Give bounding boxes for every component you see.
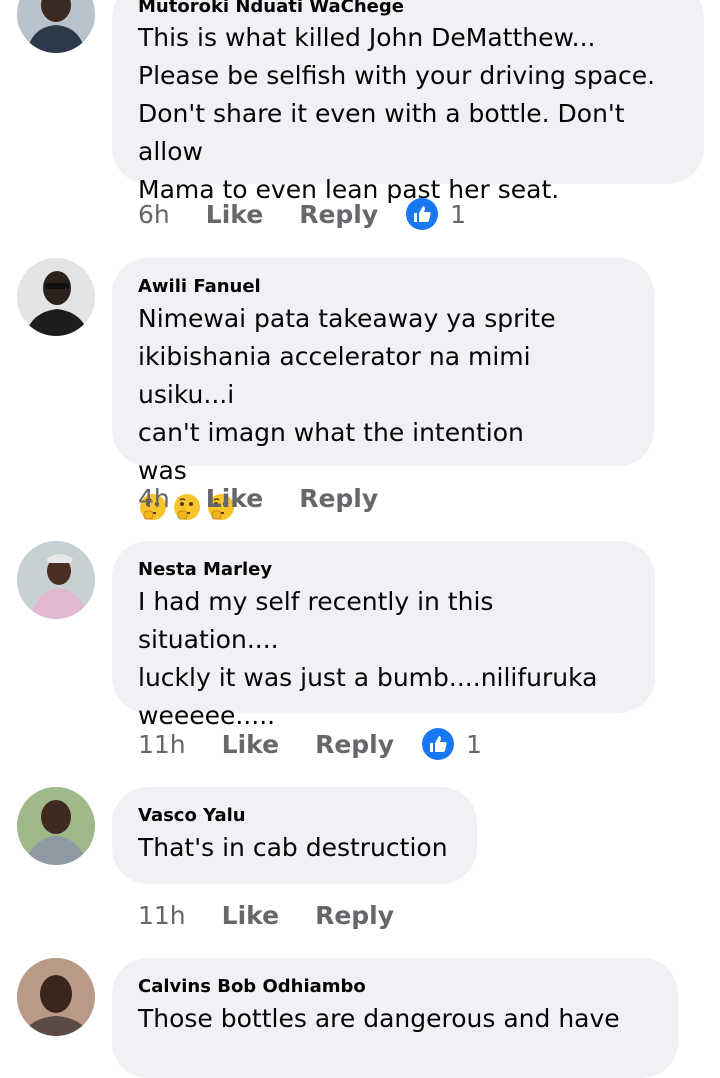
reaction-count: 1	[450, 199, 467, 229]
comment-bubble: Nesta Marley I had my self recently in t…	[112, 541, 655, 730]
comment-bubble: Vasco Yalu That's in cab destruction	[112, 787, 477, 884]
avatar-photo	[17, 541, 95, 619]
avatar[interactable]	[17, 258, 95, 336]
thumbs-up-icon	[422, 728, 455, 760]
comment-author[interactable]: Vasco Yalu	[138, 805, 451, 827]
comment-bubble: Calvins Bob Odhiambo Those bottles are d…	[112, 958, 678, 1078]
avatar[interactable]	[17, 541, 95, 619]
comment-time[interactable]: 11h	[138, 901, 186, 930]
reply-button[interactable]: Reply	[315, 730, 394, 759]
like-button[interactable]: Like	[206, 200, 263, 229]
comment-actions: 11h Like Reply	[138, 895, 430, 935]
comment-author[interactable]: Nesta Marley	[138, 559, 629, 581]
comment-text: That's in cab destruction	[138, 833, 448, 862]
reply-button[interactable]: Reply	[299, 200, 378, 229]
comment-actions: 6h Like Reply 1	[138, 194, 466, 234]
like-button[interactable]: Like	[222, 901, 279, 930]
comment-text: Those bottles are dangerous and have	[138, 1004, 620, 1033]
comment-author[interactable]: Awili Fanuel	[138, 276, 628, 298]
comment-text-body: Nimewai pata takeaway ya sprite ikibisha…	[138, 304, 556, 485]
avatar-photo	[17, 958, 95, 1036]
like-button[interactable]: Like	[206, 484, 263, 513]
avatar[interactable]	[17, 787, 95, 865]
reaction-count: 1	[466, 729, 482, 759]
comment-time[interactable]: 6h	[138, 200, 170, 229]
thumbs-up-icon	[406, 198, 439, 230]
avatar-photo	[17, 787, 95, 865]
comment-author[interactable]: Calvins Bob Odhiambo	[138, 976, 652, 998]
reaction-summary[interactable]: 1	[406, 198, 466, 230]
comment-text: I had my self recently in this situation…	[138, 587, 598, 730]
comment-actions: 4h Like Reply	[138, 478, 414, 518]
avatar-photo	[17, 0, 95, 53]
comment-actions: 11h Like Reply 1	[138, 724, 482, 764]
comment-author[interactable]: Mutoroki Nduati WaChege	[138, 0, 678, 18]
reply-button[interactable]: Reply	[315, 901, 394, 930]
avatar[interactable]	[17, 958, 95, 1036]
like-button[interactable]: Like	[222, 730, 279, 759]
comment-text: This is what killed John DeMatthew... Pl…	[138, 23, 656, 204]
comment-time[interactable]: 11h	[138, 730, 186, 759]
comment-bubble: Mutoroki Nduati WaChege This is what kil…	[112, 0, 704, 204]
comment-bubble: Awili Fanuel Nimewai pata takeaway ya sp…	[112, 258, 654, 520]
avatar[interactable]	[17, 0, 95, 53]
reply-button[interactable]: Reply	[299, 484, 378, 513]
avatar-photo	[17, 258, 95, 336]
reaction-summary[interactable]: 1	[422, 728, 482, 760]
comment-time[interactable]: 4h	[138, 484, 170, 513]
